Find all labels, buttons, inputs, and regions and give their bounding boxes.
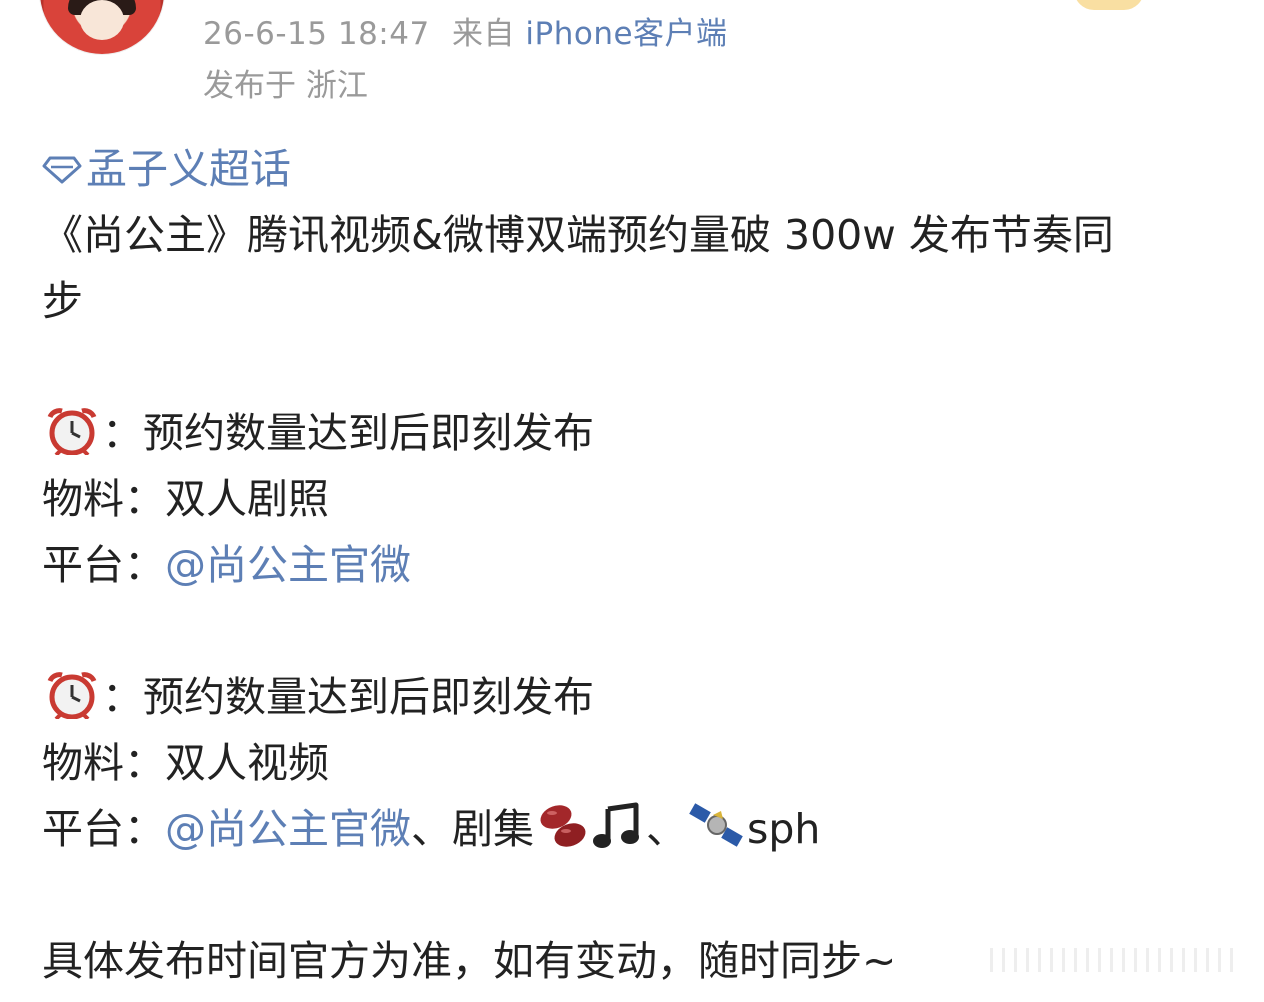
- avatar[interactable]: [40, 0, 164, 54]
- decoration-badge: [1074, 0, 1144, 10]
- music-note-icon: [592, 801, 646, 870]
- platform-rest-text: 、剧集: [411, 805, 534, 853]
- avatar-face: [80, 0, 124, 40]
- release-time-line: ：预约数量达到后即刻发布: [42, 400, 1232, 466]
- supertopic-label[interactable]: 孟子义超话: [86, 136, 291, 202]
- truncation-overlay: [990, 948, 1240, 972]
- material-label: 物料：: [42, 475, 165, 523]
- post-source-client[interactable]: iPhone客户端: [525, 16, 727, 52]
- platform-line: 平台：@尚公主官微、剧集 、 sph: [42, 796, 1232, 862]
- platform-line: 平台：@尚公主官微: [42, 532, 1232, 598]
- satellite-icon: [687, 801, 747, 870]
- mention-link[interactable]: @尚公主官微: [165, 805, 411, 853]
- material-line: 物料：双人剧照: [42, 466, 1232, 532]
- material-label: 物料：: [42, 739, 165, 787]
- post-location: 发布于 浙江: [203, 68, 368, 104]
- post-timestamp: 26-6-15 18:47: [203, 16, 430, 52]
- separator-text: 、: [646, 805, 687, 853]
- post-meta: 26-6-15 18:47 来自 iPhone客户端: [203, 8, 728, 53]
- alarm-clock-icon: [42, 671, 102, 738]
- material-value: 双人视频: [165, 739, 329, 787]
- material-value: 双人剧照: [165, 475, 329, 523]
- mention-link[interactable]: @尚公主官微: [165, 541, 411, 589]
- material-line: 物料：双人视频: [42, 730, 1232, 796]
- diamond-icon: [42, 156, 82, 184]
- sph-text: sph: [747, 805, 821, 853]
- post-source-prefix: 来自: [452, 16, 516, 52]
- supertopic-line: 孟子义超话: [42, 136, 1232, 202]
- release-time-line: ：预约数量达到后即刻发布: [42, 664, 1232, 730]
- bean-icon: [534, 801, 592, 870]
- platform-label: 平台：: [42, 805, 165, 853]
- post-content: 孟子义超话 《尚公主》腾讯视频&微博双端预约量破 300w 发布节奏同 步 ：预…: [42, 136, 1232, 994]
- release-time-text: ：预约数量达到后即刻发布: [102, 673, 594, 721]
- platform-label: 平台：: [42, 541, 165, 589]
- supertopic-link[interactable]: 孟子义超话: [42, 136, 291, 202]
- headline-line-1: 《尚公主》腾讯视频&微博双端预约量破 300w 发布节奏同: [42, 211, 1114, 259]
- release-time-text: ：预约数量达到后即刻发布: [102, 409, 594, 457]
- headline-line-2: 步: [42, 277, 83, 325]
- alarm-clock-icon: [42, 407, 102, 474]
